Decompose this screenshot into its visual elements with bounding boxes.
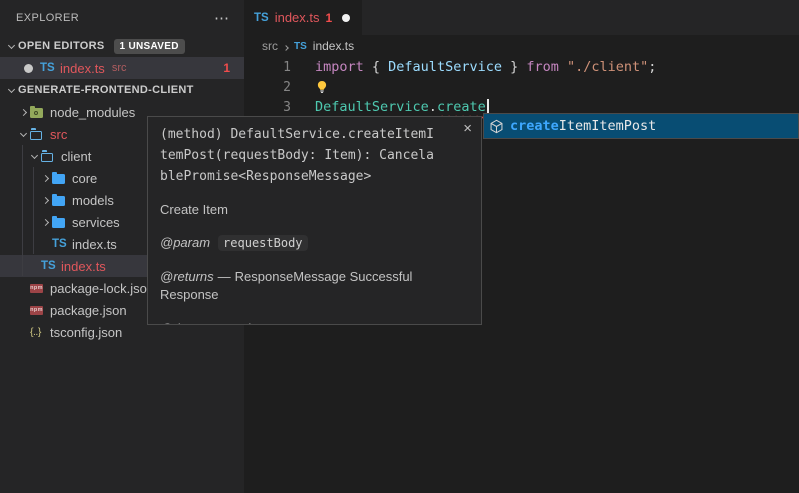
chevron-right-icon[interactable] bbox=[38, 198, 52, 203]
tree-item-label: src bbox=[50, 127, 67, 142]
tree-item-label: index.ts bbox=[61, 259, 106, 274]
more-actions-icon[interactable]: ⋯ bbox=[214, 9, 230, 27]
unsaved-badge: 1 UNSAVED bbox=[114, 39, 185, 54]
breadcrumb-folder[interactable]: src bbox=[262, 39, 278, 53]
param-name-chip: requestBody bbox=[218, 235, 307, 251]
suggestion-rest-text: ItemItemPost bbox=[559, 118, 657, 134]
tab-index-ts[interactable]: TS index.ts 1 bbox=[244, 0, 362, 35]
tree-item-label: node_modules bbox=[50, 105, 135, 120]
tree-item-label: index.ts bbox=[72, 237, 117, 252]
modified-dot-icon bbox=[24, 64, 33, 73]
ts-file-icon: TS bbox=[254, 12, 269, 24]
tree-item-label: core bbox=[72, 171, 97, 186]
indent-guide bbox=[33, 167, 34, 254]
code-token: } bbox=[502, 59, 526, 75]
suggestion-match-text: create bbox=[510, 118, 559, 134]
line-number[interactable]: 2 bbox=[244, 80, 291, 95]
lightbulb-icon[interactable] bbox=[315, 80, 329, 94]
folder-icon bbox=[52, 196, 65, 206]
code-token: { bbox=[364, 59, 388, 75]
folder-open-icon bbox=[30, 131, 42, 140]
tab-error-count: 1 bbox=[326, 11, 333, 25]
tree-item-label: package.json bbox=[50, 303, 127, 318]
ts-file-icon: TS bbox=[40, 62, 55, 74]
node-modules-folder-icon bbox=[30, 108, 43, 118]
code-token: DefaultService bbox=[315, 99, 429, 115]
suggest-details-panel: × (method) DefaultService.createItemI te… bbox=[147, 116, 482, 325]
code-token-error: create bbox=[437, 99, 486, 115]
breadcrumb: src TS index.ts bbox=[244, 35, 799, 57]
chevron-right-icon[interactable] bbox=[38, 220, 52, 225]
npm-file-icon: npm bbox=[30, 284, 43, 293]
code-line-2: 2 bbox=[244, 77, 799, 97]
tree-item-label: models bbox=[72, 193, 114, 208]
signature-line: blePromise<ResponseMessage> bbox=[160, 166, 469, 187]
sidebar-header: EXPLORER ⋯ bbox=[0, 0, 244, 35]
tab-title: index.ts bbox=[275, 10, 320, 25]
code-token: import bbox=[315, 59, 364, 75]
breadcrumb-file[interactable]: index.ts bbox=[313, 39, 354, 53]
symbol-method-icon bbox=[489, 119, 504, 134]
sidebar-title: EXPLORER bbox=[16, 12, 79, 24]
code-token: from bbox=[526, 59, 559, 75]
param-tag: @param bbox=[160, 235, 210, 250]
code-token bbox=[559, 59, 567, 75]
tree-item-label: package-lock.json bbox=[50, 281, 154, 296]
method-signature: (method) DefaultService.createItemI temP… bbox=[160, 124, 469, 187]
doc-param-line: @param requestBody bbox=[160, 234, 445, 252]
line-number[interactable]: 3 bbox=[244, 100, 291, 115]
open-editor-item-index-ts[interactable]: TS index.ts src 1 bbox=[0, 57, 244, 79]
folder-icon bbox=[52, 174, 65, 184]
signature-line: temPost(requestBody: Item): Cancela bbox=[160, 145, 469, 166]
open-editor-file-detail: src bbox=[112, 62, 127, 74]
throws-tag: @throws bbox=[160, 321, 212, 325]
doc-throws-line: @throws — ApiError bbox=[160, 320, 445, 325]
dash-separator: — bbox=[218, 269, 231, 284]
npm-file-icon: npm bbox=[30, 306, 43, 315]
code-token: ; bbox=[648, 59, 656, 75]
open-editors-header[interactable]: OPEN EDITORS 1 UNSAVED bbox=[0, 35, 244, 57]
open-editors-label: OPEN EDITORS bbox=[18, 40, 105, 52]
code-editor[interactable]: 1 import { DefaultService } from "./clie… bbox=[244, 57, 799, 117]
returns-tag: @returns bbox=[160, 269, 214, 284]
chevron-down-icon bbox=[4, 89, 18, 92]
workspace-label: GENERATE-FRONTEND-CLIENT bbox=[18, 84, 194, 96]
code-token: "./client" bbox=[567, 59, 648, 75]
error-count-badge: 1 bbox=[223, 61, 244, 75]
tab-bar: TS index.ts 1 bbox=[244, 0, 799, 35]
modified-dot-icon[interactable] bbox=[342, 14, 350, 22]
doc-returns-line: @returns—ResponseMessage Successful Resp… bbox=[160, 268, 445, 304]
ts-file-icon: TS bbox=[52, 238, 67, 250]
ts-file-icon: TS bbox=[294, 41, 307, 52]
suggestion-item-createItemItemPost[interactable]: createItemItemPost bbox=[484, 114, 798, 138]
ts-file-icon: TS bbox=[41, 260, 56, 272]
open-editor-file-name: index.ts bbox=[60, 61, 105, 76]
json-braces-icon: {..} bbox=[30, 326, 41, 338]
throws-text: ApiError bbox=[233, 321, 281, 325]
code-token: DefaultService bbox=[388, 59, 502, 75]
close-icon[interactable]: × bbox=[463, 120, 472, 137]
tree-item-label: services bbox=[72, 215, 120, 230]
tree-item-label: tsconfig.json bbox=[50, 325, 122, 340]
chevron-down-icon[interactable] bbox=[27, 155, 41, 158]
chevron-right-icon[interactable] bbox=[38, 176, 52, 181]
folder-open-icon bbox=[41, 153, 53, 162]
code-line-1: 1 import { DefaultService } from "./clie… bbox=[244, 57, 799, 77]
code-token: . bbox=[429, 99, 437, 115]
chevron-right-icon[interactable] bbox=[16, 110, 30, 115]
doc-summary: Create Item bbox=[160, 202, 469, 217]
chevron-down-icon bbox=[4, 45, 18, 48]
dash-separator: — bbox=[216, 321, 229, 325]
workspace-header[interactable]: GENERATE-FRONTEND-CLIENT bbox=[0, 79, 244, 101]
tree-item-label: client bbox=[61, 149, 91, 164]
suggest-widget: createItemItemPost bbox=[483, 113, 799, 139]
folder-icon bbox=[52, 218, 65, 228]
breadcrumb-separator-icon bbox=[284, 39, 288, 53]
chevron-down-icon[interactable] bbox=[16, 133, 30, 136]
line-number[interactable]: 1 bbox=[244, 60, 291, 75]
signature-line: (method) DefaultService.createItemI bbox=[160, 124, 469, 145]
indent-guide bbox=[22, 145, 23, 276]
